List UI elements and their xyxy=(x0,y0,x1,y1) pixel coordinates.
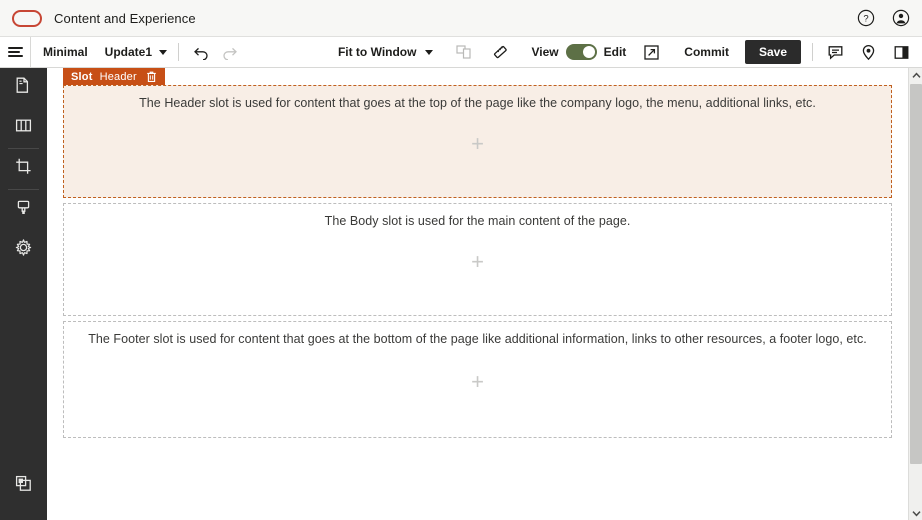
view-label: View xyxy=(531,45,559,59)
user-account-icon[interactable] xyxy=(892,9,910,27)
slot-badge-header[interactable]: Slot Header xyxy=(63,68,165,85)
slot-footer[interactable]: The Footer slot is used for content that… xyxy=(63,321,892,438)
slot-header-text: The Header slot is used for content that… xyxy=(139,96,816,110)
toolbar-divider xyxy=(178,43,180,61)
update-selector[interactable]: Update1 xyxy=(104,45,168,59)
trash-icon[interactable] xyxy=(144,71,157,83)
device-preview-icon[interactable] xyxy=(453,41,475,63)
sidebar-item-components[interactable] xyxy=(0,466,47,506)
help-circle-icon[interactable]: ? xyxy=(857,9,875,27)
sidebar-item-slot[interactable] xyxy=(0,149,47,189)
sidebar-item-settings[interactable] xyxy=(0,230,47,270)
commit-button[interactable]: Commit xyxy=(684,45,729,59)
theme-brush-icon xyxy=(14,198,33,222)
plus-icon[interactable]: + xyxy=(471,371,484,393)
sidebar-item-layout[interactable] xyxy=(0,108,47,148)
scrollbar-track[interactable] xyxy=(909,82,922,506)
components-icon xyxy=(14,474,33,498)
left-sidebar xyxy=(0,68,47,520)
slot-body[interactable]: The Body slot is used for the main conte… xyxy=(63,203,892,316)
svg-text:?: ? xyxy=(863,14,868,25)
canvas-scrollbar[interactable] xyxy=(908,68,922,520)
plus-icon[interactable]: + xyxy=(471,251,484,273)
toolbar-divider-right xyxy=(812,43,813,61)
ruler-icon[interactable] xyxy=(489,41,511,63)
layout-columns-icon xyxy=(14,116,33,140)
settings-gear-icon xyxy=(14,238,33,262)
toggle-knob xyxy=(582,46,595,58)
page-title: Content and Experience xyxy=(54,10,196,26)
side-panel-icon[interactable] xyxy=(890,41,912,63)
zoom-selector[interactable]: Fit to Window xyxy=(338,45,434,59)
title-bar-actions: ? xyxy=(857,9,910,27)
open-external-icon[interactable] xyxy=(640,41,662,63)
plus-icon[interactable]: + xyxy=(471,133,484,155)
scroll-down-arrow-icon[interactable] xyxy=(909,506,922,520)
sidebar-item-pages[interactable] xyxy=(0,68,47,108)
redo-icon[interactable] xyxy=(218,41,240,63)
slot-badge-type: Slot xyxy=(71,70,93,83)
oracle-logo xyxy=(12,9,42,27)
theme-name-label: Minimal xyxy=(43,45,88,59)
chevron-down-icon xyxy=(425,49,434,55)
editor-toolbar: Minimal Update1 Fit to Window View Edit … xyxy=(0,37,922,68)
zoom-label: Fit to Window xyxy=(337,45,417,59)
view-edit-toggle-group: View Edit xyxy=(531,44,626,60)
sidebar-item-theme[interactable] xyxy=(0,190,47,230)
undo-icon[interactable] xyxy=(190,41,212,63)
slot-badge-name: Header xyxy=(99,70,137,83)
chevron-down-icon xyxy=(159,49,168,55)
slot-footer-text: The Footer slot is used for content that… xyxy=(88,332,867,346)
slot-header[interactable]: The Header slot is used for content that… xyxy=(63,85,892,198)
title-bar: Content and Experience ? xyxy=(0,0,922,37)
view-edit-toggle[interactable] xyxy=(565,44,597,60)
comment-icon[interactable] xyxy=(824,41,846,63)
location-pin-icon[interactable] xyxy=(857,41,879,63)
save-button[interactable]: Save xyxy=(744,40,801,64)
pages-icon xyxy=(14,76,33,100)
crop-slot-icon xyxy=(14,157,33,181)
scroll-up-arrow-icon[interactable] xyxy=(909,68,922,82)
scrollbar-thumb[interactable] xyxy=(910,84,922,464)
hamburger-menu-icon[interactable] xyxy=(0,37,31,67)
edit-label: Edit xyxy=(603,45,627,59)
update-label: Update1 xyxy=(104,45,153,59)
page-canvas: Slot Header The Header slot is used for … xyxy=(47,68,908,520)
slot-body-text: The Body slot is used for the main conte… xyxy=(324,214,631,228)
